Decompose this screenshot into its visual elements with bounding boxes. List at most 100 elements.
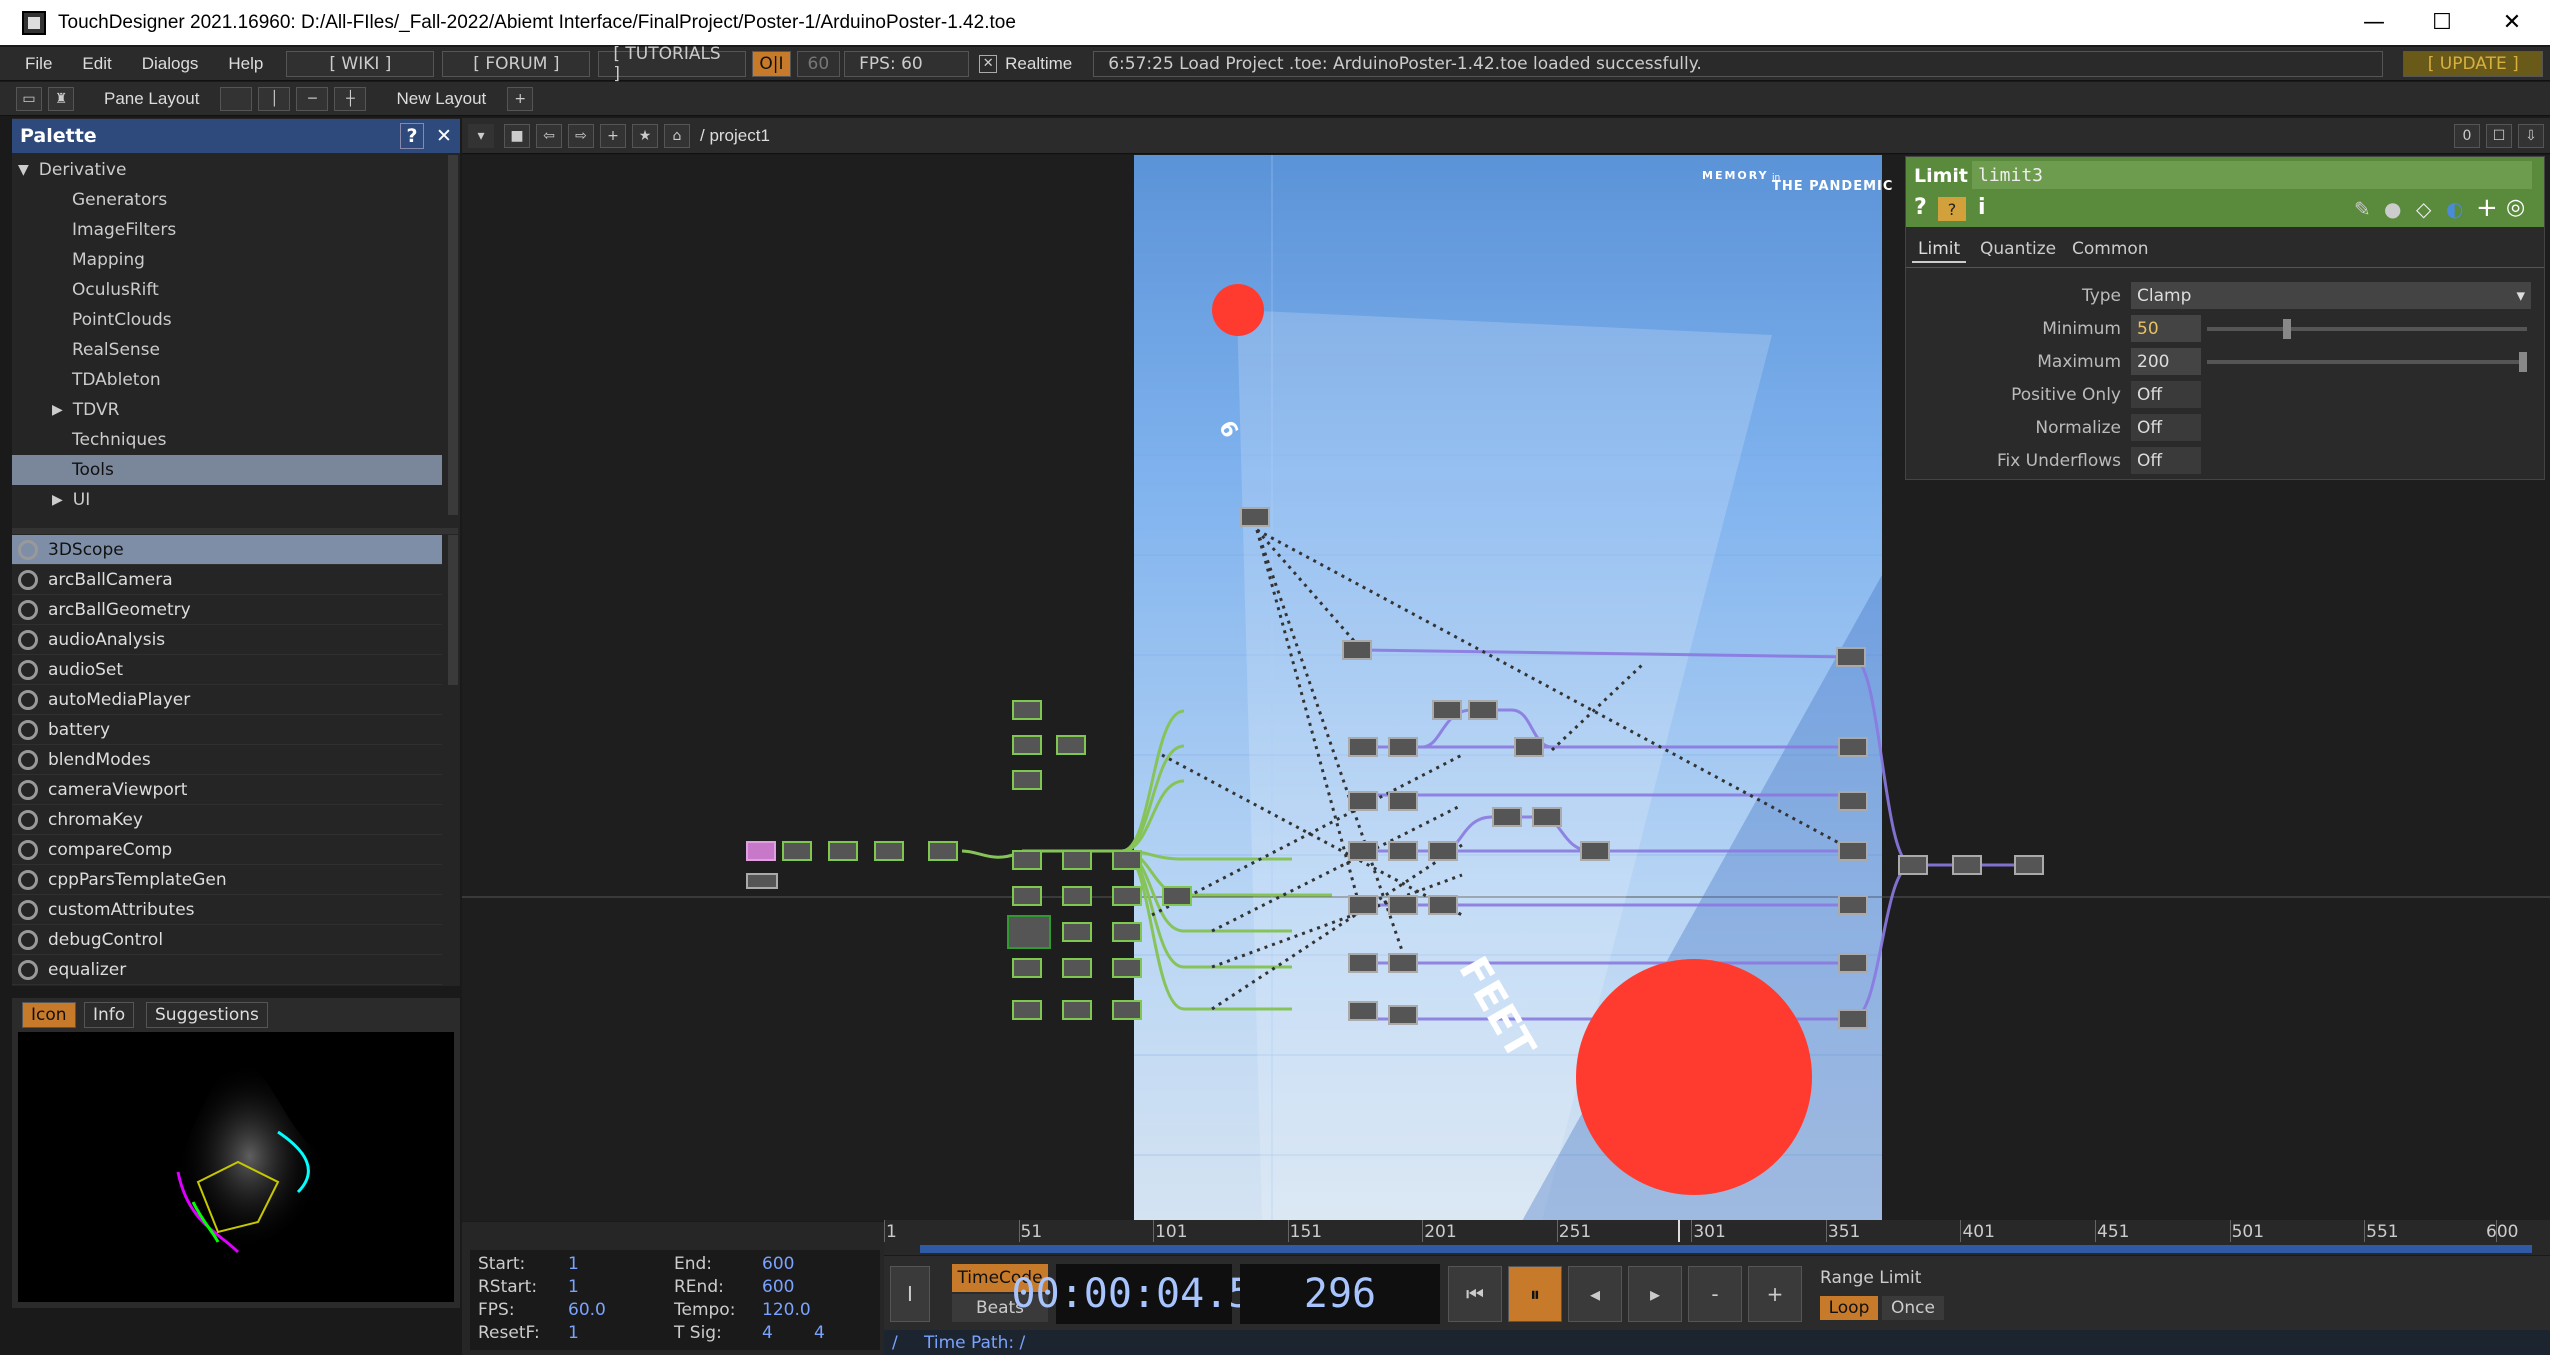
network-node[interactable] [1388,1005,1418,1025]
network-node[interactable] [1348,953,1378,973]
cursor-icon[interactable]: I [890,1266,930,1322]
home-icon[interactable]: ⌂ [664,123,690,148]
maximize-pane-icon[interactable]: ☐ [2486,123,2512,148]
maximum-field[interactable]: 200 [2131,348,2201,375]
network-node[interactable] [1056,735,1086,755]
selected-node[interactable] [1007,915,1051,949]
network-node[interactable] [1952,855,1982,875]
network-node[interactable] [1012,700,1042,720]
network-node[interactable] [1532,807,1562,827]
fps-target[interactable]: 60 [796,50,841,77]
network-node[interactable] [1838,895,1868,915]
tree-item-generators[interactable]: Generators [12,185,442,215]
network-node[interactable] [1112,922,1142,942]
tsig-numerator[interactable]: 4 [762,1323,773,1343]
tsig-denominator[interactable]: 4 [814,1323,825,1343]
minimum-field[interactable]: 50 [2131,315,2201,342]
tree-item-tdableton[interactable]: TDAbleton [12,365,442,395]
tree-item-techniques[interactable]: Techniques [12,425,442,455]
component-item[interactable]: cppParsTemplateGen [12,865,442,895]
network-node[interactable] [1112,850,1142,870]
tree-item-tools[interactable]: Tools [12,455,442,485]
tree-item-derivative[interactable]: ▼ Derivative [12,155,442,185]
rstart-value[interactable]: 1 [568,1277,579,1297]
minimum-slider[interactable] [2207,318,2527,339]
component-item[interactable]: arcBallCamera [12,565,442,595]
forward-icon[interactable]: ⇨ [568,123,594,148]
tab-quantize[interactable]: Quantize [1974,237,2062,261]
forum-button[interactable]: [ FORUM ] [442,50,591,77]
tempo-value[interactable]: 120.0 [762,1300,811,1320]
component-item[interactable]: chromaKey [12,805,442,835]
network-node[interactable] [1342,640,1372,660]
network-node[interactable] [2014,855,2044,875]
network-node[interactable] [1012,850,1042,870]
network-node[interactable] [1838,737,1868,757]
network-node[interactable] [1348,791,1378,811]
pencil-icon[interactable]: ✎ [2354,197,2371,221]
network-node[interactable] [1838,791,1868,811]
maximum-slider[interactable] [2207,351,2527,372]
component-item[interactable]: autoMediaPlayer [12,685,442,715]
component-item[interactable]: compareComp [12,835,442,865]
network-node[interactable] [1580,841,1610,861]
network-counter[interactable]: 0 [2454,123,2480,148]
maximize-button[interactable]: ☐ [2408,0,2476,45]
network-node[interactable] [1348,841,1378,861]
network-node[interactable] [1388,895,1418,915]
help-icon[interactable]: ? [1914,195,1927,220]
tree-item-oculusrift[interactable]: OculusRift [12,275,442,305]
network-node[interactable] [1062,886,1092,906]
callbacks-node[interactable] [746,873,778,889]
fps-value[interactable]: 60.0 [568,1300,606,1320]
component-item[interactable]: cameraViewport [12,775,442,805]
network-node[interactable] [1062,958,1092,978]
component-item[interactable]: audioSet [12,655,442,685]
network-node[interactable] [1012,1000,1042,1020]
fix-underflows-toggle[interactable]: Off [2131,447,2201,474]
tab-limit[interactable]: Limit [1912,237,1967,263]
network-node[interactable] [1468,700,1498,720]
tree-scrollbar[interactable] [448,155,458,515]
component-item[interactable]: arcBallGeometry [12,595,442,625]
layout-split-v-icon[interactable]: │ [258,86,291,111]
positive-only-toggle[interactable]: Off [2131,381,2201,408]
component-item[interactable]: equalizer [12,955,442,985]
menu-edit[interactable]: Edit [67,54,126,74]
network-node[interactable] [1012,886,1042,906]
network-node[interactable] [1162,886,1192,906]
robot-icon[interactable]: ♜ [48,86,74,111]
time-path-root[interactable]: / [884,1333,924,1353]
network-node[interactable] [1012,958,1042,978]
tree-item-ui[interactable]: ▶ UI [12,485,442,515]
network-node[interactable] [1012,770,1042,790]
tree-item-tdvr[interactable]: ▶ TDVR [12,395,442,425]
layout-single-icon[interactable] [220,86,253,111]
timeline-ruler[interactable]: 1 51 101 151 201 251 301 351 401 451 501 551 600 [884,1220,2550,1255]
network-node[interactable] [1062,1000,1092,1020]
network-node[interactable] [1112,958,1142,978]
network-node[interactable] [1112,1000,1142,1020]
oi-button[interactable]: O|I [752,50,791,77]
star-icon[interactable]: ★ [632,123,658,148]
component-item[interactable]: customAttributes [12,895,442,925]
stop-icon[interactable]: ■ [504,123,530,148]
pause-icon[interactable]: ⏸ [1508,1266,1562,1322]
network-node[interactable] [1428,895,1458,915]
network-node[interactable] [1112,886,1142,906]
python-help-icon[interactable]: ? [1938,197,1966,221]
palette-help-icon[interactable]: ? [400,123,424,149]
rewind-icon[interactable]: ⏮ [1448,1266,1502,1322]
menu-file[interactable]: File [10,54,67,74]
network-node[interactable] [1062,922,1092,942]
tutorials-button[interactable]: [ TUTORIALS ] [598,44,747,84]
step-forward-icon[interactable]: ▸ [1628,1266,1682,1322]
back-icon[interactable]: ⇦ [536,123,562,148]
network-node[interactable] [1514,737,1544,757]
comment-icon[interactable]: ● [2384,197,2401,221]
network-node[interactable] [1388,791,1418,811]
target-icon[interactable]: ◎ [2506,195,2525,220]
network-node[interactable] [1836,647,1866,667]
pin-icon[interactable]: ⇩ [2518,123,2544,148]
network-node[interactable] [1428,841,1458,861]
